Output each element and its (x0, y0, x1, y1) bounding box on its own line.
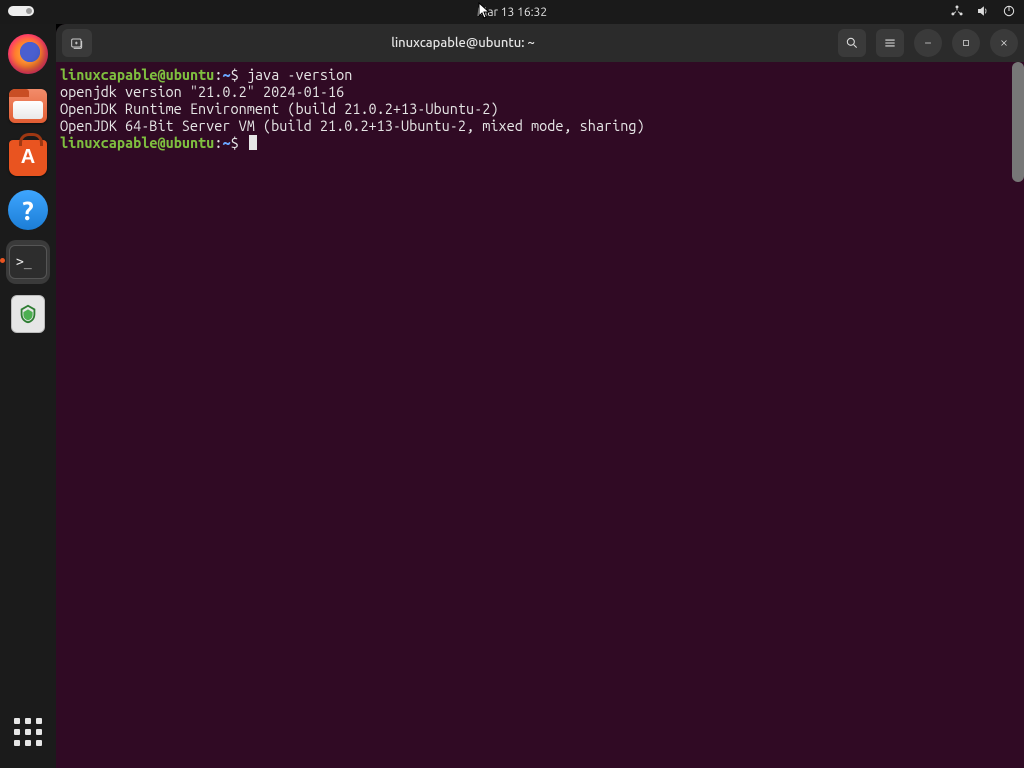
maximize-button[interactable] (952, 29, 980, 57)
terminal-window: linuxcapable@ubuntu: ~ linuxcapable@ubun… (56, 24, 1024, 768)
window-title: linuxcapable@ubuntu: ~ (98, 36, 828, 50)
volume-icon[interactable] (976, 4, 990, 21)
terminal-output: openjdk version "21.0.2" 2024-01-16 (60, 83, 1020, 100)
menu-button[interactable] (876, 29, 904, 57)
prompt-path: ~ (222, 66, 230, 83)
dock-trash[interactable] (6, 292, 50, 336)
dock-software[interactable] (6, 136, 50, 180)
prompt-user: linuxcapable (60, 66, 157, 83)
files-icon (9, 89, 47, 123)
terminal-output: OpenJDK 64-Bit Server VM (build 21.0.2+1… (60, 117, 1020, 134)
mouse-cursor-icon (478, 2, 492, 20)
terminal-output: OpenJDK Runtime Environment (build 21.0.… (60, 100, 1020, 117)
dock-help[interactable]: ? (6, 188, 50, 232)
cursor (249, 135, 257, 150)
close-button[interactable] (990, 29, 1018, 57)
command-text: java -version (247, 66, 353, 83)
trash-icon (11, 295, 45, 333)
terminal-icon: >_ (9, 245, 47, 279)
help-icon: ? (8, 190, 48, 230)
network-icon[interactable] (950, 4, 964, 21)
software-store-icon (9, 140, 47, 176)
dock-terminal[interactable]: >_ (6, 240, 50, 284)
dock: ? >_ (0, 24, 56, 768)
firefox-icon (8, 34, 48, 74)
top-panel: Mar 13 16:32 (0, 0, 1024, 24)
new-tab-button[interactable] (62, 29, 92, 57)
activities-button[interactable] (8, 6, 34, 16)
terminal-line: linuxcapable@ubuntu:~$ (60, 134, 1020, 151)
power-icon[interactable] (1002, 4, 1016, 21)
terminal-line: linuxcapable@ubuntu:~$ java -version (60, 66, 1020, 83)
scrollbar-thumb[interactable] (1012, 62, 1024, 182)
prompt-host: ubuntu (166, 66, 215, 83)
system-tray[interactable] (950, 4, 1016, 21)
titlebar: linuxcapable@ubuntu: ~ (56, 24, 1024, 62)
show-applications-button[interactable] (6, 710, 50, 754)
dock-firefox[interactable] (6, 32, 50, 76)
dock-files[interactable] (6, 84, 50, 128)
terminal-body[interactable]: linuxcapable@ubuntu:~$ java -version ope… (56, 62, 1024, 768)
search-button[interactable] (838, 29, 866, 57)
minimize-button[interactable] (914, 29, 942, 57)
